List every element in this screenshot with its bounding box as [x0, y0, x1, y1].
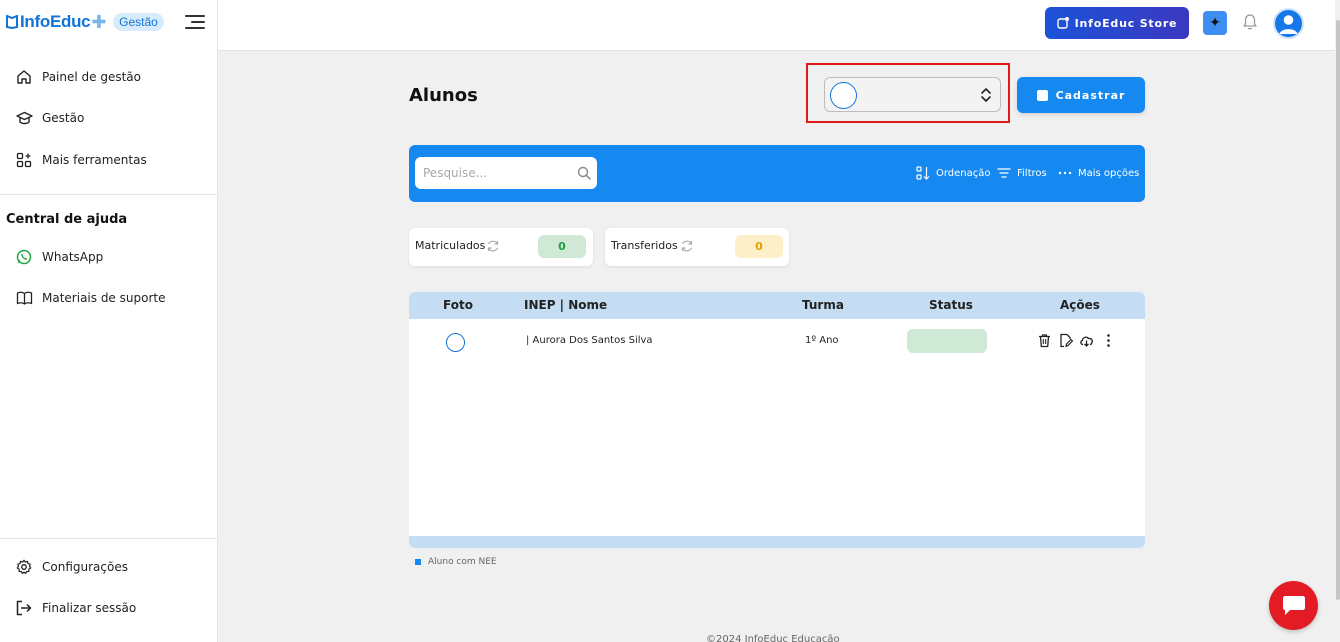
sidebar-item-whatsapp[interactable]: WhatsApp: [15, 247, 103, 267]
chat-button[interactable]: [1269, 581, 1318, 630]
status-badge: [907, 329, 987, 353]
user-avatar[interactable]: [1273, 8, 1304, 39]
table-header: Foto INEP | Nome Turma Status Ações: [409, 292, 1145, 319]
stat-label: Matriculados: [415, 239, 486, 252]
topbar: InfoEduc Store ✦: [218, 0, 1340, 51]
square-icon: [1036, 89, 1048, 101]
chat-icon: [1282, 595, 1305, 615]
legend-color-square: [415, 559, 421, 565]
sidebar-item-label: Materiais de suporte: [42, 291, 166, 305]
refresh-icon[interactable]: [680, 239, 694, 253]
legend: Aluno com NEE: [415, 557, 497, 567]
table-footer: [409, 536, 1145, 548]
sidebar-item-gestao[interactable]: Gestão: [15, 108, 84, 128]
search-input[interactable]: [415, 157, 597, 189]
school-select[interactable]: [824, 77, 1001, 112]
filter-icon: [997, 168, 1011, 178]
trash-icon[interactable]: [1037, 333, 1052, 348]
legend-label: Aluno com NEE: [428, 557, 497, 567]
cloud-download-icon[interactable]: [1079, 333, 1094, 348]
stat-card-transferidos[interactable]: Transferidos 0: [605, 228, 789, 266]
help-section-title: Central de ajuda: [6, 212, 128, 227]
stat-label: Transferidos: [611, 239, 678, 252]
scrollbar-thumb[interactable]: [1336, 20, 1340, 600]
stat-value: 0: [735, 235, 783, 258]
col-header-turma[interactable]: Turma: [802, 298, 844, 312]
brand-badge: Gestão: [113, 13, 164, 31]
sidebar-item-label: Finalizar sessão: [42, 601, 137, 615]
sidebar-item-label: Gestão: [42, 111, 85, 125]
sidebar-item-mais-ferramentas[interactable]: Mais ferramentas: [15, 150, 147, 170]
col-header-acoes: Ações: [1060, 298, 1100, 312]
sidebar-divider: [0, 538, 217, 539]
sidebar-item-configuracoes[interactable]: Configurações: [15, 557, 128, 577]
search-toolbar: Ordenação Filtros Mais opções: [409, 145, 1145, 202]
student-photo: [446, 333, 465, 352]
more-horizontal-icon: [1058, 171, 1072, 175]
select-avatar-circle: [830, 82, 857, 109]
brand-name: InfoEduc: [20, 12, 91, 31]
ordenacao-label: Ordenação: [936, 167, 991, 179]
logout-icon: [15, 599, 33, 617]
student-turma: 1º Ano: [805, 335, 839, 346]
sidebar-divider: [0, 194, 217, 195]
sparkle-button[interactable]: ✦: [1203, 11, 1227, 35]
gear-icon: [15, 558, 33, 576]
more-vertical-icon[interactable]: [1101, 333, 1116, 348]
chevron-up-down-icon: [981, 88, 991, 102]
sidebar-item-label: WhatsApp: [42, 250, 104, 264]
col-header-foto[interactable]: Foto: [443, 298, 473, 312]
stat-value: 0: [538, 235, 586, 258]
mais-opcoes-label: Mais opções: [1078, 167, 1140, 179]
brand-plus-icon: ✚: [91, 11, 107, 32]
sidebar-item-materiais[interactable]: Materiais de suporte: [15, 288, 165, 308]
student-name: | Aurora Dos Santos Silva: [526, 335, 653, 346]
sidebar-item-label: Configurações: [42, 560, 128, 574]
sidebar: InfoEduc ✚ Gestão Painel de gestão Gestã…: [0, 0, 218, 642]
home-icon: [15, 68, 33, 86]
menu-toggle-icon[interactable]: [183, 13, 205, 31]
col-header-status[interactable]: Status: [929, 298, 973, 312]
sidebar-item-label: Mais ferramentas: [42, 153, 147, 167]
footer-copyright: ©2024 InfoEduc Educação: [706, 634, 840, 642]
search-icon[interactable]: [577, 166, 591, 180]
ordenacao-button[interactable]: Ordenação: [916, 165, 991, 181]
brand[interactable]: InfoEduc ✚ Gestão: [6, 11, 164, 33]
edit-icon[interactable]: [1058, 333, 1073, 348]
sidebar-item-label: Painel de gestão: [42, 70, 141, 84]
graduation-cap-icon: [15, 109, 33, 127]
infoeduc-store-button[interactable]: InfoEduc Store: [1045, 7, 1189, 39]
store-icon: [1056, 17, 1069, 29]
book-icon: [15, 289, 33, 307]
sparkle-icon: ✦: [1209, 15, 1221, 31]
students-table: Foto INEP | Nome Turma Status Ações | Au…: [409, 292, 1145, 548]
sort-icon: [916, 166, 930, 180]
refresh-icon[interactable]: [486, 239, 500, 253]
infoeduc-logo-icon: [6, 15, 18, 29]
brand-logo: InfoEduc ✚: [6, 12, 106, 33]
stat-card-matriculados[interactable]: Matriculados 0: [409, 228, 593, 266]
filtros-label: Filtros: [1017, 167, 1047, 179]
store-label: InfoEduc Store: [1074, 16, 1178, 30]
bell-icon[interactable]: [1241, 13, 1259, 31]
filtros-button[interactable]: Filtros: [997, 165, 1047, 181]
user-icon: [1279, 15, 1298, 34]
sidebar-item-finalizar[interactable]: Finalizar sessão: [15, 598, 136, 618]
cadastrar-button[interactable]: Cadastrar: [1017, 77, 1145, 113]
col-header-inep-nome[interactable]: INEP | Nome: [524, 298, 607, 312]
whatsapp-icon: [15, 248, 33, 266]
grid-plus-icon: [15, 151, 33, 169]
cadastrar-label: Cadastrar: [1055, 88, 1126, 102]
page-title: Alunos: [409, 85, 478, 106]
table-row[interactable]: | Aurora Dos Santos Silva 1º Ano: [409, 319, 1145, 365]
mais-opcoes-button[interactable]: Mais opções: [1058, 165, 1139, 181]
sidebar-item-painel[interactable]: Painel de gestão: [15, 67, 141, 87]
